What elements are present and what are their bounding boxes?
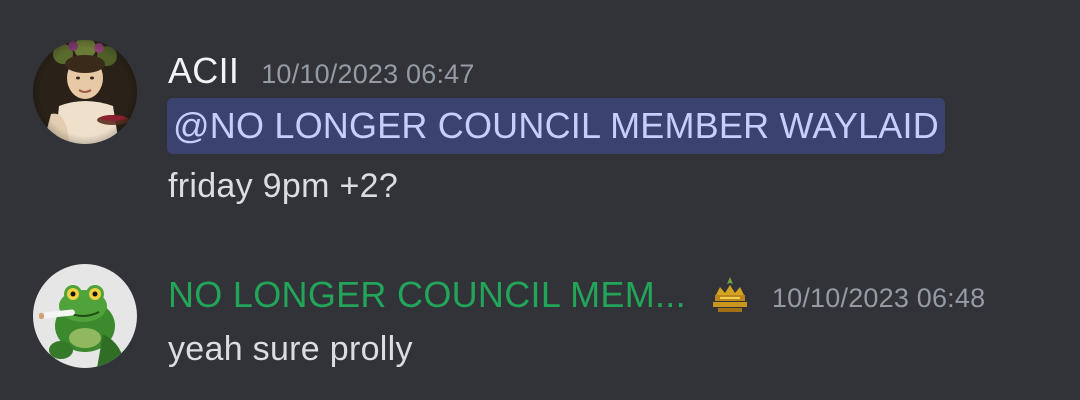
- frog-smoking-avatar-icon: [33, 264, 137, 368]
- user-mention[interactable]: @NO LONGER COUNCIL MEMBER WAYLAID: [167, 98, 945, 154]
- user-avatar[interactable]: [33, 264, 137, 368]
- renaissance-painting-avatar-icon: [33, 40, 137, 144]
- timestamp: 10/10/2023 06:47: [261, 59, 475, 89]
- username[interactable]: NO LONGER COUNCIL MEM...: [168, 274, 686, 316]
- timestamp: 10/10/2023 06:48: [771, 283, 986, 313]
- message-item: NO LONGER COUNCIL MEM... 10/10/2023 06:4…: [0, 230, 1080, 400]
- message-item: ACII 10/10/2023 06:47 @NO LONGER COUNCIL…: [0, 0, 1080, 230]
- message-header: NO LONGER COUNCIL MEM... 10/10/2023 06:4…: [168, 274, 985, 316]
- message-header: ACII 10/10/2023 06:47: [168, 50, 475, 92]
- crown-badge-icon[interactable]: [710, 275, 750, 315]
- user-avatar[interactable]: [33, 40, 137, 144]
- message-text: friday 9pm +2?: [168, 167, 399, 205]
- message-text: yeah sure prolly: [168, 330, 413, 368]
- username[interactable]: ACII: [168, 50, 239, 92]
